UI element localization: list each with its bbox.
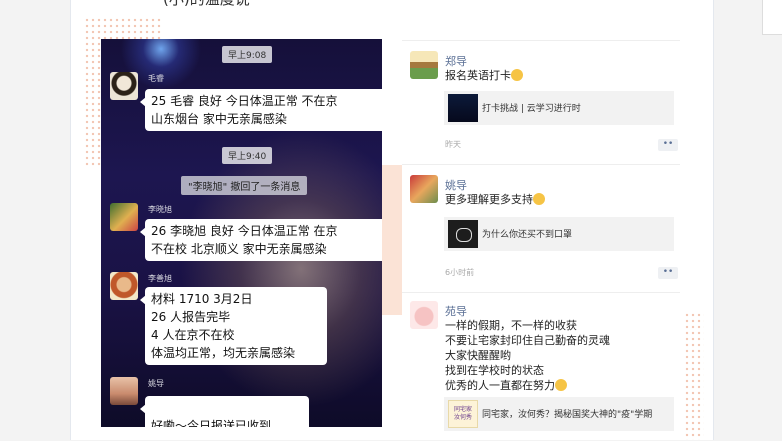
smile-emoji-icon xyxy=(511,69,523,81)
recall-notice: "李晓旭" 撤回了一条消息 xyxy=(181,176,308,195)
moment-post: 姚导 更多理解更多支持 为什么你还买不到口罩 6小时前 •• xyxy=(402,164,680,293)
post-time: 6小时前 xyxy=(445,268,475,277)
avatar xyxy=(110,203,138,231)
avatar[interactable] xyxy=(410,175,438,203)
link-card[interactable]: 打卡挑战 | 云学习进行时 xyxy=(444,91,674,125)
post-text-content: 更多理解更多支持 xyxy=(445,193,533,206)
post-text: 报名英语打卡 xyxy=(445,68,675,83)
link-thumbnail: 同宅家 汝何秀 xyxy=(448,400,478,428)
chat-screenshot: 早上9:08 毛睿 25 毛睿 良好 今日体温正常 不在京 山东烟台 家中无亲属… xyxy=(101,39,382,427)
chat-timestamp: 早上9:40 xyxy=(222,147,273,164)
sender-name: 李晓旭 xyxy=(148,205,172,214)
message-bubble[interactable]: 25 毛睿 良好 今日体温正常 不在京 山东烟台 家中无亲属感染 xyxy=(140,89,382,131)
more-options-button[interactable]: •• xyxy=(658,267,678,279)
sender-name: 姚导 xyxy=(148,379,164,388)
message-bubble[interactable]: 材料 1710 3月2日 26 人报告完毕 4 人在京不在校 体温均正常，均无亲… xyxy=(140,287,327,365)
smile-emoji-icon xyxy=(555,379,567,391)
post-text: 更多理解更多支持 xyxy=(445,192,675,207)
post-time: 昨天 xyxy=(445,140,461,149)
link-title: 打卡挑战 | 云学习进行时 xyxy=(482,104,581,114)
avatar xyxy=(110,272,138,300)
link-thumbnail xyxy=(448,94,478,122)
video-camera-icon xyxy=(456,228,472,242)
window-corner xyxy=(762,0,782,35)
peach-strip xyxy=(382,165,402,315)
post-text-content: 报名英语打卡 xyxy=(445,69,511,82)
message-text: 好嘞～今日报送已收到 xyxy=(151,419,272,427)
avatar[interactable] xyxy=(410,301,438,329)
link-card[interactable]: 为什么你还买不到口罩 xyxy=(444,217,674,251)
post-text: 一样的假期，不一样的收获 不要让宅家封印住自己勤奋的灵魂 大家快醒醒哟 找到在学… xyxy=(445,318,675,393)
truncated-heading: (小)的温度说 xyxy=(163,0,250,9)
avatar xyxy=(110,377,138,405)
link-title: 为什么你还买不到口罩 xyxy=(482,230,573,240)
moment-post: 郑导 报名英语打卡 打卡挑战 | 云学习进行时 昨天 •• xyxy=(402,40,680,165)
post-author[interactable]: 郑导 xyxy=(445,53,467,69)
post-author[interactable]: 苑导 xyxy=(445,303,467,319)
sender-name: 毛睿 xyxy=(148,74,164,83)
avatar xyxy=(110,72,138,100)
more-options-button[interactable]: •• xyxy=(658,139,678,151)
chat-timestamp: 早上9:08 xyxy=(222,46,273,63)
moment-post: 苑导 一样的假期，不一样的收获 不要让宅家封印住自己勤奋的灵魂 大家快醒醒哟 找… xyxy=(402,292,680,441)
dot-pattern-right xyxy=(684,312,704,440)
post-text-content: 一样的假期，不一样的收获 不要让宅家封印住自己勤奋的灵魂 大家快醒醒哟 找到在学… xyxy=(445,319,610,392)
avatar[interactable] xyxy=(410,51,438,79)
post-author[interactable]: 姚导 xyxy=(445,177,467,193)
thumbnail-caption: 同宅家 汝何秀 xyxy=(453,406,472,421)
sender-name: 李善旭 xyxy=(148,274,172,283)
smile-emoji-icon xyxy=(533,193,545,205)
message-bubble[interactable]: 好嘞～今日报送已收到 xyxy=(140,396,309,427)
message-bubble[interactable]: 26 李晓旭 良好 今日体温正常 在京 不在校 北京顺义 家中无亲属感染 xyxy=(140,219,382,261)
link-card[interactable]: 同宅家 汝何秀 同宅家，汝何秀？揭秘国奖大神的"疫"学期 xyxy=(444,397,674,431)
video-thumbnail xyxy=(448,220,478,248)
link-title: 同宅家，汝何秀？揭秘国奖大神的"疫"学期 xyxy=(482,410,653,420)
